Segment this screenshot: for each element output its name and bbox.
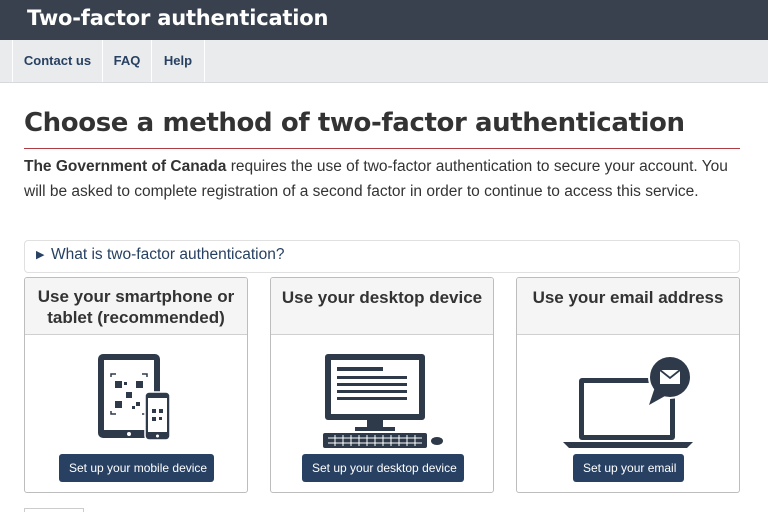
nav-faq[interactable]: FAQ	[103, 40, 152, 82]
laptop-email-icon	[563, 355, 693, 448]
setup-email-button[interactable]: Set up your email	[573, 454, 684, 482]
app-header: Two-factor authentication	[0, 0, 768, 40]
intro-paragraph: The Government of Canada requires the us…	[24, 154, 744, 204]
mobile-devices-icon	[98, 354, 171, 441]
card-desktop: Use your desktop device Set up your desk…	[270, 277, 494, 493]
nav-contact-us[interactable]: Contact us	[12, 40, 103, 82]
card-email: Use your email address Set up your email	[516, 277, 740, 493]
card-mobile: Use your smartphone or tablet (recommend…	[24, 277, 248, 493]
setup-mobile-button[interactable]: Set up your mobile device	[59, 454, 214, 482]
page-title: Choose a method of two-factor authentica…	[24, 108, 685, 138]
card-header: Use your smartphone or tablet (recommend…	[25, 278, 247, 335]
triangle-right-icon: ▶	[36, 248, 45, 261]
top-nav: Contact us FAQ Help	[0, 40, 768, 83]
card-title-desktop: Use your desktop device	[281, 288, 483, 307]
card-title-email: Use your email address	[532, 288, 724, 307]
two-factor-details[interactable]: ▶ What is two-factor authentication?	[24, 240, 740, 273]
card-title-mobile: Use your smartphone or tablet (recommend…	[37, 287, 235, 327]
details-summary[interactable]: What is two-factor authentication?	[51, 246, 284, 264]
card-header: Use your desktop device	[271, 278, 493, 335]
title-underline	[24, 148, 740, 149]
desktop-computer-icon	[323, 354, 443, 448]
setup-desktop-button[interactable]: Set up your desktop device	[302, 454, 464, 482]
nav-help[interactable]: Help	[152, 40, 205, 82]
footer-edge	[24, 508, 84, 512]
intro-strong: The Government of Canada	[24, 158, 227, 175]
app-title: Two-factor authentication	[27, 6, 329, 30]
card-header: Use your email address	[517, 278, 739, 335]
